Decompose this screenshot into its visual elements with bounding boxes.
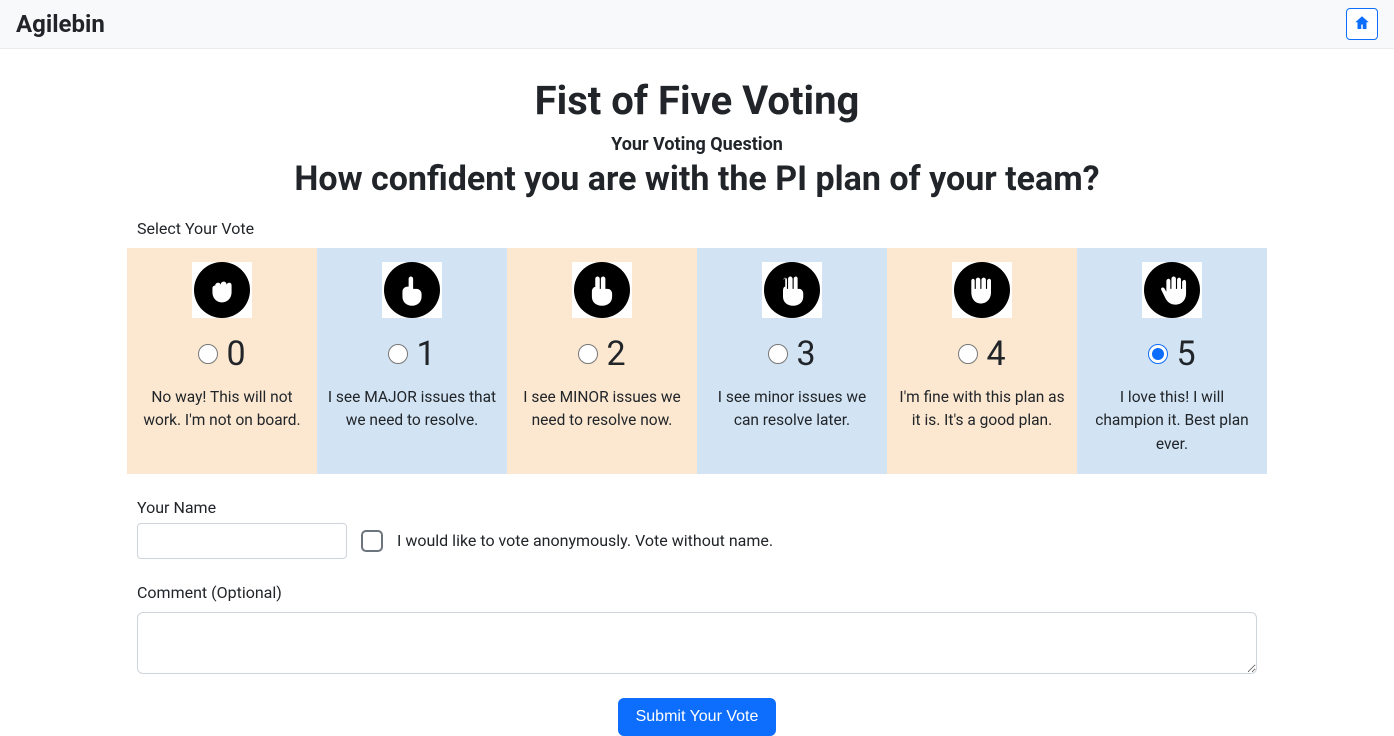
submit-vote-button[interactable]: Submit Your Vote bbox=[618, 698, 777, 736]
hand-two-icon bbox=[572, 262, 632, 318]
hand-fist-icon bbox=[192, 262, 252, 318]
home-button[interactable] bbox=[1346, 8, 1378, 40]
vote-description: I'm fine with this plan as it is. It's a… bbox=[895, 386, 1069, 433]
select-vote-label: Select Your Vote bbox=[137, 219, 1257, 238]
anonymous-checkbox[interactable] bbox=[361, 530, 383, 552]
brand-logo: Agilebin bbox=[16, 10, 105, 38]
vote-radio-2[interactable] bbox=[578, 344, 598, 364]
comment-textarea[interactable] bbox=[137, 612, 1257, 674]
vote-description: I see MINOR issues we need to resolve no… bbox=[515, 386, 689, 433]
vote-option-1[interactable]: 1 I see MAJOR issues that we need to reso… bbox=[317, 248, 507, 474]
vote-radio-4[interactable] bbox=[958, 344, 978, 364]
vote-option-2[interactable]: 2 I see MINOR issues we need to resolve n… bbox=[507, 248, 697, 474]
subtitle: Your Voting Question bbox=[137, 134, 1257, 155]
vote-number: 5 bbox=[1176, 334, 1195, 374]
comment-section: Comment (Optional) bbox=[137, 583, 1257, 678]
page-title: Fist of Five Voting bbox=[137, 77, 1257, 124]
voting-question: How confident you are with the PI plan o… bbox=[137, 159, 1257, 199]
hand-one-icon bbox=[382, 262, 442, 318]
hand-four-icon bbox=[952, 262, 1012, 318]
vote-number: 2 bbox=[606, 334, 625, 374]
vote-radio-1[interactable] bbox=[388, 344, 408, 364]
vote-grid: 0 No way! This will not work. I'm not on … bbox=[127, 248, 1267, 474]
vote-option-4[interactable]: 4 I'm fine with this plan as it is. It's … bbox=[887, 248, 1077, 474]
vote-description: I love this! I will champion it. Best pl… bbox=[1085, 386, 1259, 456]
vote-radio-0[interactable] bbox=[198, 344, 218, 364]
vote-radio-3[interactable] bbox=[768, 344, 788, 364]
main-container: Fist of Five Voting Your Voting Question… bbox=[67, 77, 1327, 736]
vote-number: 1 bbox=[416, 334, 435, 374]
vote-option-3[interactable]: 3 I see minor issues we can resolve later… bbox=[697, 248, 887, 474]
anonymous-label: I would like to vote anonymously. Vote w… bbox=[397, 531, 773, 550]
vote-radio-5[interactable] bbox=[1148, 344, 1168, 364]
vote-description: I see minor issues we can resolve later. bbox=[705, 386, 879, 433]
home-icon bbox=[1353, 14, 1371, 35]
name-label: Your Name bbox=[137, 498, 1257, 517]
comment-label: Comment (Optional) bbox=[137, 583, 1257, 602]
vote-number: 4 bbox=[986, 334, 1005, 374]
header: Agilebin bbox=[0, 0, 1394, 49]
name-input[interactable] bbox=[137, 523, 347, 559]
vote-number: 3 bbox=[796, 334, 815, 374]
vote-description: I see MAJOR issues that we need to resol… bbox=[325, 386, 499, 433]
vote-description: No way! This will not work. I'm not on b… bbox=[135, 386, 309, 433]
hand-three-icon bbox=[762, 262, 822, 318]
vote-option-5[interactable]: 5 I love this! I will champion it. Best p… bbox=[1077, 248, 1267, 474]
name-section: Your Name I would like to vote anonymous… bbox=[137, 498, 1257, 559]
vote-option-0[interactable]: 0 No way! This will not work. I'm not on … bbox=[127, 248, 317, 474]
hand-five-icon bbox=[1142, 262, 1202, 318]
vote-number: 0 bbox=[226, 334, 245, 374]
